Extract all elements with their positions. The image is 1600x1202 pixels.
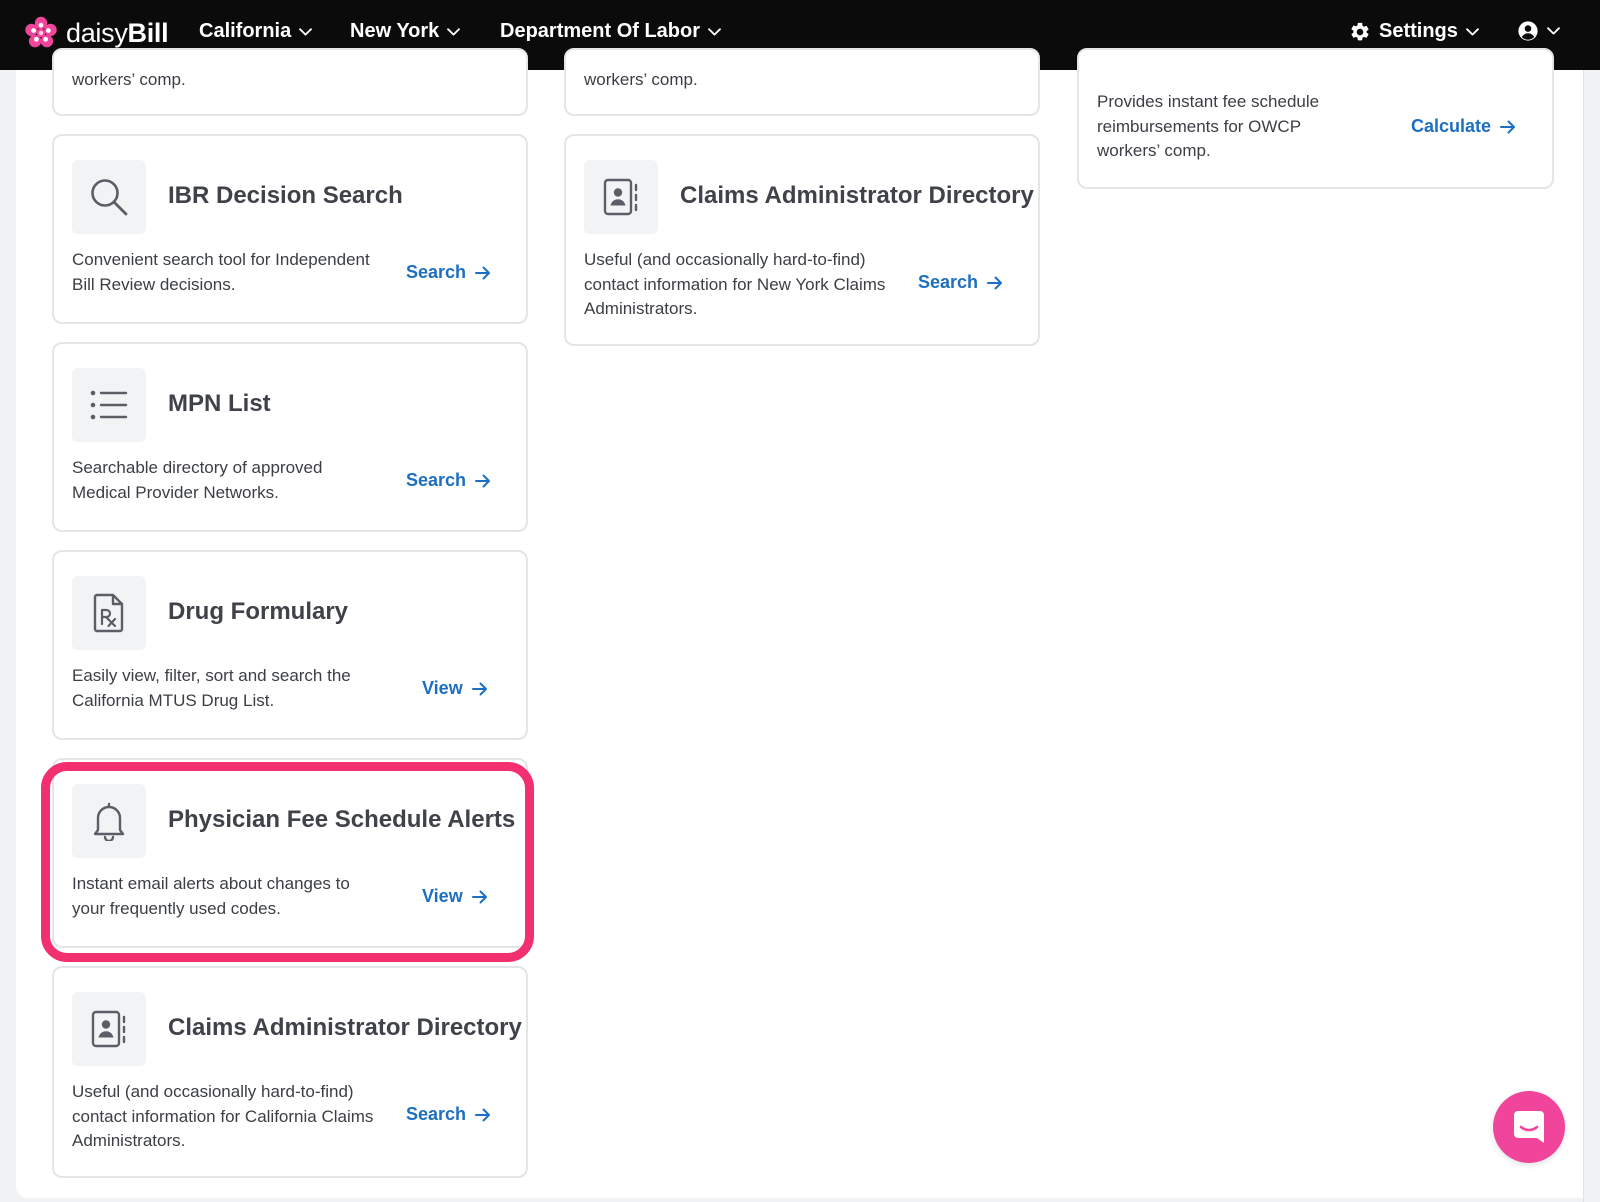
tool-card-icon-box: [72, 784, 146, 858]
calculate-link[interactable]: Calculate: [1411, 116, 1516, 137]
calculate-link-label: Calculate: [1411, 116, 1492, 136]
tool-card-icon-box: [72, 368, 146, 442]
tool-card-ca-claims-administrator-directory: Claims Administrator Directory Useful (a…: [52, 966, 528, 1178]
rx-document-icon: [93, 593, 124, 633]
chevron-down-icon: [447, 27, 461, 35]
tool-card-title: Claims Administrator Directory: [168, 1014, 522, 1041]
search-link[interactable]: Search: [406, 470, 491, 491]
tool-card-description: Convenient search tool for Independent B…: [72, 250, 370, 294]
nav-menu-california-label: California: [199, 20, 292, 42]
view-link-label: View: [422, 886, 463, 906]
chat-bubble-icon: [1514, 1111, 1544, 1143]
tool-card-icon-box: [72, 160, 146, 234]
tool-card-physician-fee-schedule-alerts: Physician Fee Schedule Alerts Instant em…: [52, 758, 528, 948]
tool-card-mpn-list: MPN List Searchable directory of approve…: [52, 342, 528, 532]
tool-card-title: Drug Formulary: [168, 598, 349, 625]
list-icon: [90, 390, 128, 420]
tool-card-description: Useful (and occasionally hard-to-find) c…: [72, 1082, 374, 1150]
arrow-right-icon: [471, 682, 487, 695]
arrow-right-icon: [471, 890, 487, 903]
gear-icon: [1351, 22, 1369, 40]
tool-card-icon-box: [584, 160, 658, 234]
page-right-edge: [1583, 70, 1600, 1202]
nav-menu-settings-label: Settings: [1379, 20, 1458, 42]
nav-menu-california[interactable]: California: [199, 20, 313, 43]
tool-card-description: Easily view, filter, sort and search the…: [72, 666, 351, 710]
tool-card-description: Instant email alerts about changes to yo…: [72, 874, 350, 918]
tool-card-owcp-fee-calculator: Provides instant fee schedule reimbursem…: [1077, 48, 1554, 189]
tool-card-description: workers’ comp.: [72, 70, 186, 89]
arrow-right-icon: [475, 1108, 491, 1121]
nav-menu-account[interactable]: [1517, 20, 1560, 42]
search-link[interactable]: Search: [406, 262, 491, 283]
view-link[interactable]: View: [422, 678, 488, 699]
tool-card-partial-middle: workers’ comp.: [564, 48, 1040, 116]
arrow-right-icon: [1500, 120, 1516, 133]
chevron-down-icon: [708, 27, 721, 35]
arrow-right-icon: [475, 474, 491, 487]
daisy-flower-icon: [25, 16, 57, 48]
nav-menu-new-york[interactable]: New York: [350, 20, 461, 43]
nav-menu-new-york-label: New York: [350, 20, 440, 42]
search-link-label: Search: [918, 272, 979, 292]
tool-card-title: Claims Administrator Directory: [680, 182, 1034, 209]
contact-book-icon: [603, 178, 638, 216]
search-link[interactable]: Search: [918, 272, 1003, 293]
brand-name: daisyBill: [66, 17, 169, 48]
search-link-label: Search: [406, 1104, 467, 1124]
tool-card-description: Searchable directory of approved Medical…: [72, 458, 323, 502]
search-link-label: Search: [406, 470, 467, 490]
nav-menu-department-of-labor-label: Department Of Labor: [500, 20, 701, 42]
daisybill-logo[interactable]: daisyBill: [24, 16, 169, 50]
tool-card-title: IBR Decision Search: [168, 182, 403, 209]
user-circle-icon: [1518, 21, 1538, 41]
arrow-right-icon: [475, 266, 491, 279]
tool-card-title: MPN List: [168, 390, 271, 417]
tool-card-description: workers’ comp.: [584, 70, 698, 89]
tool-card-description: Useful (and occasionally hard-to-find) c…: [584, 250, 886, 318]
contact-book-icon: [91, 1010, 126, 1048]
nav-menu-settings[interactable]: Settings: [1349, 20, 1479, 43]
arrow-right-icon: [987, 276, 1003, 289]
search-link[interactable]: Search: [406, 1104, 491, 1125]
chevron-down-icon: [1466, 27, 1479, 35]
view-link-label: View: [422, 678, 463, 698]
tool-card-partial-left: workers’ comp.: [52, 48, 528, 116]
magnifier-icon: [91, 179, 128, 216]
view-link[interactable]: View: [422, 886, 488, 907]
chevron-down-icon: [299, 27, 313, 35]
tool-card-drug-formulary: Drug Formulary Easily view, filter, sort…: [52, 550, 528, 740]
tool-card-ibr-decision-search: IBR Decision Search Convenient search to…: [52, 134, 528, 324]
bell-icon: [93, 802, 125, 841]
tool-card-ny-claims-administrator-directory: Claims Administrator Directory Useful (a…: [564, 134, 1040, 346]
tool-card-description: Provides instant fee schedule reimbursem…: [1097, 92, 1320, 160]
tool-card-icon-box: [72, 992, 146, 1066]
tool-card-title: Physician Fee Schedule Alerts: [168, 806, 516, 833]
chat-launcher-button[interactable]: [1493, 1091, 1565, 1163]
search-link-label: Search: [406, 262, 467, 282]
nav-menu-department-of-labor[interactable]: Department Of Labor: [500, 20, 721, 43]
chevron-down-icon: [1547, 27, 1560, 35]
tool-card-icon-box: [72, 576, 146, 650]
